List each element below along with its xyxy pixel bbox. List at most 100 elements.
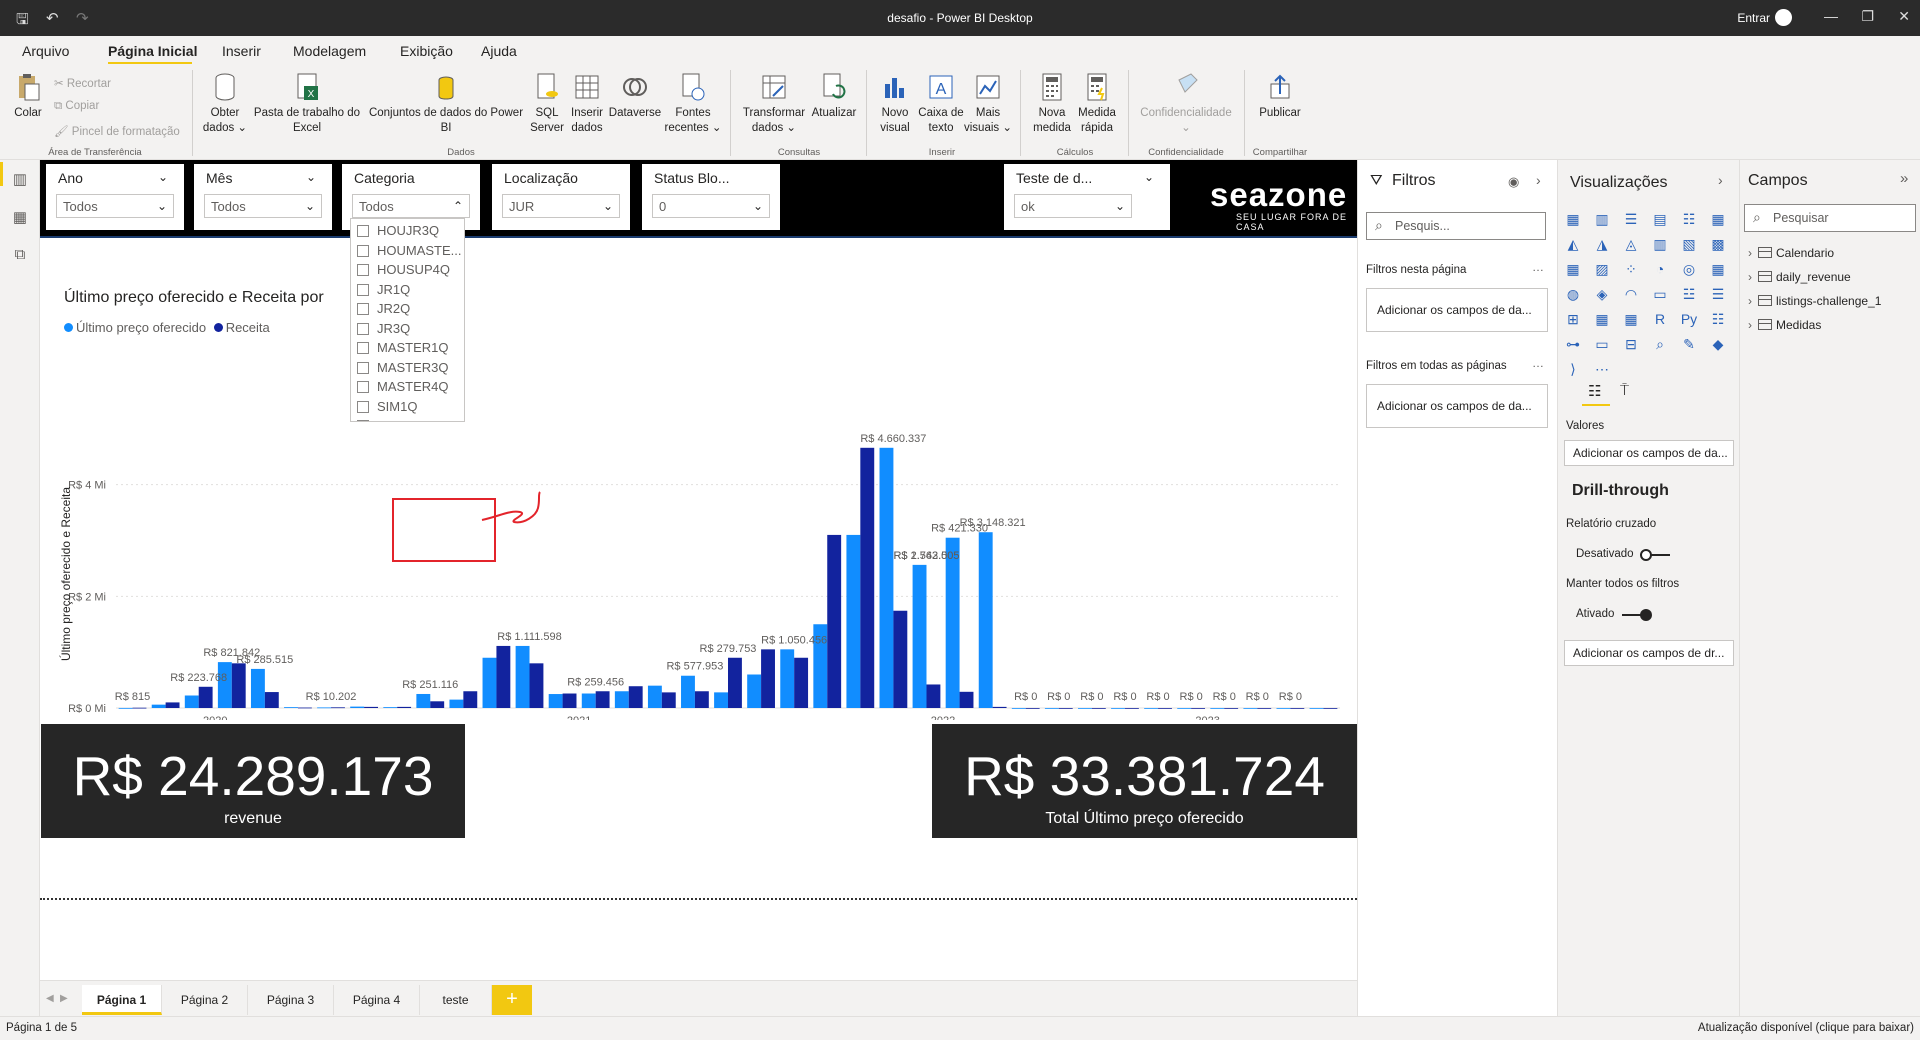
bar[interactable] <box>416 693 431 708</box>
power-apps-icon[interactable]: ✎ <box>1680 335 1698 353</box>
table-icon[interactable]: ▦ <box>1593 310 1611 328</box>
bar[interactable] <box>959 691 974 708</box>
recent-sources-button[interactable]: Fontes recentes ⌄ <box>664 72 722 136</box>
bar[interactable] <box>264 692 279 708</box>
checkbox[interactable] <box>357 283 369 296</box>
signin-link[interactable]: Entrar <box>1737 11 1770 25</box>
categoria-option[interactable]: HOUMASTE... <box>357 243 462 258</box>
key-influencers-icon[interactable]: ☷ <box>1709 310 1727 328</box>
bar-chart[interactable]: R$ 0 Mi R$ 2 Mi R$ 4 Mi R$ 815 R$ 223.768 R$ … <box>40 360 1357 720</box>
bar[interactable] <box>1276 708 1291 709</box>
gauge-icon[interactable]: ◠ <box>1622 285 1640 303</box>
bar[interactable] <box>132 707 147 709</box>
bar[interactable] <box>562 693 577 708</box>
card-icon[interactable]: ▭ <box>1651 285 1669 303</box>
bar[interactable] <box>1111 708 1125 709</box>
bar[interactable] <box>118 707 133 709</box>
close-icon[interactable]: ✕ <box>1898 8 1910 25</box>
chevron-right-icon[interactable]: › <box>1718 172 1723 188</box>
checkbox[interactable] <box>357 420 369 421</box>
slicer-status-dropdown[interactable]: 0 ⌄ <box>652 194 770 218</box>
filters-this-page-drop-zone[interactable]: Adicionar os campos de da... <box>1366 288 1548 332</box>
bar[interactable] <box>761 649 775 708</box>
slicer-mes-dropdown[interactable]: Todos ⌄ <box>204 194 322 218</box>
text-box-button[interactable]: A Caixa de texto <box>918 72 964 136</box>
tab-pagina-3[interactable]: Página 3 <box>248 985 334 1015</box>
funnel-icon[interactable]: ▨ <box>1593 260 1611 278</box>
bar[interactable] <box>1091 708 1106 709</box>
bar[interactable] <box>383 707 398 708</box>
chevron-right-icon[interactable]: ▶ <box>60 993 68 1004</box>
bar[interactable] <box>647 685 662 708</box>
categoria-option[interactable]: HOUSUP4Q <box>357 262 450 277</box>
bar[interactable] <box>1124 708 1139 709</box>
scatter-icon[interactable]: ⁘ <box>1622 260 1640 278</box>
legend-item[interactable]: Último preço oferecido <box>76 320 206 335</box>
bar[interactable] <box>496 645 511 708</box>
quick-measure-button[interactable]: Medida rápida <box>1074 72 1120 136</box>
filters-search-input[interactable]: ⌕ Pesquis... <box>1366 212 1546 240</box>
paginated-report-icon[interactable]: ⌕ <box>1651 335 1669 353</box>
refresh-button[interactable]: Atualizar <box>808 72 860 121</box>
bar[interactable] <box>827 534 842 708</box>
bar[interactable] <box>581 693 596 708</box>
categoria-option[interactable]: SIM2Q <box>357 418 417 421</box>
enter-data-button[interactable]: Inserir dados <box>566 72 608 136</box>
categoria-option[interactable]: MASTER1Q <box>357 340 449 355</box>
slicer-teste[interactable]: Teste de d... ⌄ ok ⌄ <box>1004 164 1170 230</box>
bar[interactable] <box>694 691 709 708</box>
slicer-localizacao-dropdown[interactable]: JUR ⌄ <box>502 194 620 218</box>
bar[interactable] <box>184 695 199 708</box>
matrix-icon[interactable]: ▦ <box>1622 310 1640 328</box>
chevron-down-icon[interactable]: ⌄ <box>158 170 168 184</box>
chevron-right-icon[interactable]: › <box>1536 172 1541 188</box>
slicer-categoria-dropdown[interactable]: Todos ⌃ <box>352 194 470 218</box>
bar[interactable] <box>1243 708 1258 709</box>
checkbox[interactable] <box>357 361 369 374</box>
categoria-option[interactable]: SIM1Q <box>357 399 417 414</box>
more-visuals-button[interactable]: Mais visuais ⌄ <box>964 72 1012 136</box>
stacked-bar-icon[interactable]: ▦ <box>1564 210 1582 228</box>
categoria-option[interactable]: MASTER4Q <box>357 379 449 394</box>
slicer-ano[interactable]: Ano ⌄ Todos ⌄ <box>46 164 184 230</box>
bar[interactable] <box>1290 708 1305 709</box>
menu-inserir[interactable]: Inserir <box>222 43 261 59</box>
bar[interactable] <box>1025 708 1040 709</box>
multirow-card-icon[interactable]: ☳ <box>1680 285 1698 303</box>
stacked-area-icon[interactable]: ◬ <box>1622 235 1640 253</box>
100-column-icon[interactable]: ▦ <box>1709 210 1727 228</box>
bar[interactable] <box>364 706 379 708</box>
bar[interactable] <box>529 663 544 708</box>
bar[interactable] <box>449 699 464 708</box>
bar[interactable] <box>231 663 246 708</box>
slicer-teste-dropdown[interactable]: ok ⌄ <box>1014 194 1132 218</box>
bar[interactable] <box>1044 708 1059 709</box>
bar[interactable] <box>846 534 861 708</box>
r-visual-icon[interactable]: R <box>1651 310 1669 328</box>
sql-server-button[interactable]: SQL Server <box>528 72 566 136</box>
filled-map-icon[interactable]: ◈ <box>1593 285 1611 303</box>
smart-narrative-icon[interactable]: ⊟ <box>1622 335 1640 353</box>
powerbi-datasets-button[interactable]: Conjuntos de dados do Power BI <box>364 72 528 136</box>
avatar[interactable] <box>1775 9 1792 26</box>
categoria-option[interactable]: JR2Q <box>357 301 410 316</box>
bar[interactable] <box>515 645 530 708</box>
checkbox[interactable] <box>357 342 369 354</box>
slicer-ano-dropdown[interactable]: Todos ⌄ <box>56 194 174 218</box>
bar[interactable] <box>1177 708 1192 709</box>
line-chart-icon[interactable]: ◭ <box>1564 235 1582 253</box>
bar[interactable] <box>992 706 1007 708</box>
python-visual-icon[interactable]: Py <box>1680 310 1698 328</box>
new-measure-button[interactable]: Nova medida <box>1030 72 1074 136</box>
slicer-icon[interactable]: ⊞ <box>1564 310 1582 328</box>
menu-pagina-inicial[interactable]: Página Inicial <box>108 43 197 59</box>
chevron-double-right-icon[interactable]: » <box>1900 170 1908 187</box>
line-clustered-icon[interactable]: ▧ <box>1680 235 1698 253</box>
bar[interactable] <box>1144 708 1159 709</box>
minimize-icon[interactable]: — <box>1824 8 1838 24</box>
bar[interactable] <box>1058 708 1073 709</box>
fields-tab-icon[interactable]: ☷ <box>1588 382 1601 400</box>
publish-button[interactable]: Publicar <box>1252 72 1308 121</box>
sensitivity-button[interactable]: Confidencialidade ⌄ <box>1134 72 1238 136</box>
bar[interactable] <box>628 686 643 708</box>
